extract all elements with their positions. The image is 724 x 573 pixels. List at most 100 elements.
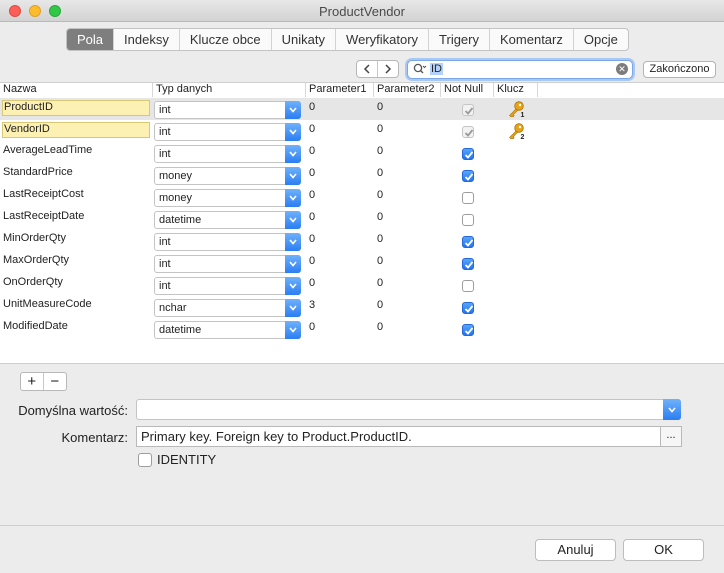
chevron-down-icon[interactable] <box>285 145 301 163</box>
not-null-checkbox[interactable] <box>462 324 474 336</box>
not-null-checkbox[interactable] <box>462 126 474 138</box>
default-value-select[interactable] <box>136 399 681 420</box>
table-row[interactable]: ModifiedDate datetime 0 0 <box>0 318 724 340</box>
parameter2-value[interactable]: 0 <box>377 145 383 157</box>
field-name[interactable]: ModifiedDate <box>2 320 150 336</box>
not-null-checkbox[interactable] <box>462 258 474 270</box>
parameter1-value[interactable]: 0 <box>309 321 315 333</box>
field-name[interactable]: LastReceiptDate <box>2 210 150 226</box>
parameter2-value[interactable]: 0 <box>377 189 383 201</box>
parameter1-value[interactable]: 3 <box>309 299 315 311</box>
data-type-select[interactable]: nchar <box>154 299 301 317</box>
table-row[interactable]: OnOrderQty int 0 0 <box>0 274 724 296</box>
previous-match-button[interactable] <box>357 61 378 77</box>
not-null-checkbox[interactable] <box>462 170 474 182</box>
tab-klucze-obce[interactable]: Klucze obce <box>180 29 272 50</box>
parameter1-value[interactable]: 0 <box>309 211 315 223</box>
data-type-select[interactable]: int <box>154 233 301 251</box>
field-name[interactable]: MaxOrderQty <box>2 254 150 270</box>
tab-opcje[interactable]: Opcje <box>574 29 628 50</box>
field-name[interactable]: MinOrderQty <box>2 232 150 248</box>
table-row[interactable]: ProductID int 0 0 1 <box>0 98 724 120</box>
field-name[interactable]: VendorID <box>2 122 150 138</box>
not-null-checkbox[interactable] <box>462 104 474 116</box>
table-row[interactable]: MinOrderQty int 0 0 <box>0 230 724 252</box>
tab-unikaty[interactable]: Unikaty <box>272 29 337 50</box>
column-header-type[interactable]: Typ danych <box>153 83 306 97</box>
not-null-checkbox[interactable] <box>462 302 474 314</box>
chevron-down-icon[interactable] <box>285 101 301 119</box>
parameter1-value[interactable]: 0 <box>309 123 315 135</box>
parameter2-value[interactable]: 0 <box>377 123 383 135</box>
field-name[interactable]: LastReceiptCost <box>2 188 150 204</box>
column-header-key[interactable]: Klucz <box>494 83 538 97</box>
done-button[interactable]: Zakończono <box>643 61 716 78</box>
not-null-checkbox[interactable] <box>462 192 474 204</box>
parameter1-value[interactable]: 0 <box>309 277 315 289</box>
cancel-button[interactable]: Anuluj <box>535 539 616 561</box>
chevron-down-icon[interactable] <box>285 211 301 229</box>
data-type-select[interactable]: int <box>154 123 301 141</box>
parameter2-value[interactable]: 0 <box>377 321 383 333</box>
table-row[interactable]: LastReceiptDate datetime 0 0 <box>0 208 724 230</box>
chevron-down-icon[interactable] <box>285 233 301 251</box>
chevron-down-icon[interactable] <box>285 321 301 339</box>
parameter2-value[interactable]: 0 <box>377 167 383 179</box>
table-row[interactable]: StandardPrice money 0 0 <box>0 164 724 186</box>
parameter1-value[interactable]: 0 <box>309 167 315 179</box>
parameter1-value[interactable]: 0 <box>309 233 315 245</box>
field-name[interactable]: StandardPrice <box>2 166 150 182</box>
table-row[interactable]: UnitMeasureCode nchar 3 0 <box>0 296 724 318</box>
comment-field[interactable]: Primary key. Foreign key to Product.Prod… <box>136 426 661 447</box>
add-field-button[interactable]: + <box>21 373 44 390</box>
table-row[interactable]: VendorID int 0 0 2 <box>0 120 724 142</box>
tab-pola[interactable]: Pola <box>67 29 115 50</box>
chevron-down-icon[interactable] <box>285 189 301 207</box>
parameter2-value[interactable]: 0 <box>377 233 383 245</box>
chevron-down-icon[interactable] <box>285 277 301 295</box>
identity-option[interactable]: IDENTITY <box>138 452 216 467</box>
parameter1-value[interactable]: 0 <box>309 255 315 267</box>
identity-checkbox[interactable] <box>138 452 152 467</box>
parameter1-value[interactable]: 0 <box>309 145 315 157</box>
tab-komentarz[interactable]: Komentarz <box>490 29 574 50</box>
parameter2-value[interactable]: 0 <box>377 277 383 289</box>
field-name[interactable]: AverageLeadTime <box>2 144 150 160</box>
table-row[interactable]: AverageLeadTime int 0 0 <box>0 142 724 164</box>
data-type-select[interactable]: int <box>154 145 301 163</box>
chevron-down-icon[interactable] <box>285 167 301 185</box>
parameter2-value[interactable]: 0 <box>377 211 383 223</box>
field-name[interactable]: UnitMeasureCode <box>2 298 150 314</box>
ok-button[interactable]: OK <box>623 539 704 561</box>
clear-icon[interactable]: ✕ <box>616 63 628 75</box>
table-row[interactable]: LastReceiptCost money 0 0 <box>0 186 724 208</box>
parameter1-value[interactable]: 0 <box>309 189 315 201</box>
parameter2-value[interactable]: 0 <box>377 299 383 311</box>
column-header-not-null[interactable]: Not Null <box>441 83 494 97</box>
column-header-parameter1[interactable]: Parameter1 <box>306 83 374 97</box>
data-type-select[interactable]: int <box>154 277 301 295</box>
chevron-down-icon[interactable] <box>285 123 301 141</box>
data-type-select[interactable]: money <box>154 189 301 207</box>
data-type-select[interactable]: datetime <box>154 211 301 229</box>
data-type-select[interactable]: datetime <box>154 321 301 339</box>
column-header-name[interactable]: Nazwa <box>0 83 153 97</box>
tab-weryfikatory[interactable]: Weryfikatory <box>336 29 430 50</box>
next-match-button[interactable] <box>378 61 398 77</box>
not-null-checkbox[interactable] <box>462 280 474 292</box>
comment-more-button[interactable]: ... <box>660 426 682 447</box>
not-null-checkbox[interactable] <box>462 214 474 226</box>
data-type-select[interactable]: int <box>154 255 301 273</box>
table-row[interactable]: MaxOrderQty int 0 0 <box>0 252 724 274</box>
remove-field-button[interactable]: − <box>44 373 66 390</box>
data-type-select[interactable]: money <box>154 167 301 185</box>
chevron-down-icon[interactable] <box>285 299 301 317</box>
search-input[interactable]: ID ✕ <box>407 60 633 79</box>
field-name[interactable]: ProductID <box>2 100 150 116</box>
parameter2-value[interactable]: 0 <box>377 101 383 113</box>
data-type-select[interactable]: int <box>154 101 301 119</box>
parameter1-value[interactable]: 0 <box>309 101 315 113</box>
parameter2-value[interactable]: 0 <box>377 255 383 267</box>
not-null-checkbox[interactable] <box>462 236 474 248</box>
tab-trigery[interactable]: Trigery <box>429 29 490 50</box>
